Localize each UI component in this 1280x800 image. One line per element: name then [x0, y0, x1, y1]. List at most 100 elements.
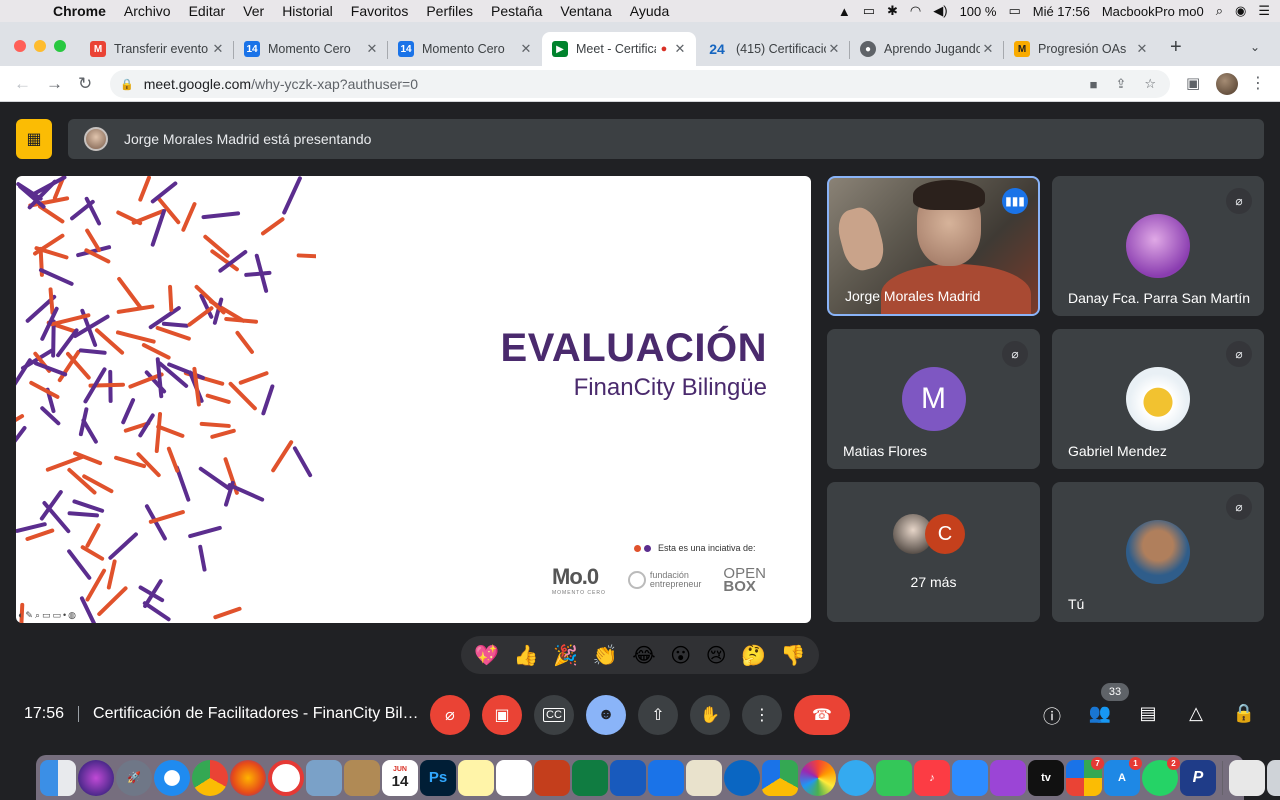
menu-app-name[interactable]: Chrome [44, 3, 115, 19]
presentation-icon[interactable]: ▦ [16, 119, 52, 159]
menu-ayuda[interactable]: Ayuda [621, 3, 678, 19]
menu-editar[interactable]: Editar [180, 3, 235, 19]
spotlight-search-icon[interactable]: ⌕ [1216, 3, 1223, 19]
camera-in-use-icon[interactable]: ■ [1090, 77, 1098, 92]
host-controls-icon[interactable]: 🔒 [1231, 703, 1257, 724]
chrome-dock-icon[interactable] [192, 759, 228, 796]
reaction-laugh[interactable]: 😂 [632, 643, 655, 668]
people-icon[interactable]: 👥 [1087, 703, 1113, 724]
menu-pestana[interactable]: Pestaña [482, 3, 551, 19]
zoom-window-button[interactable] [54, 40, 66, 52]
participant-tile-self[interactable]: ⌀ Tú [1052, 482, 1264, 622]
new-tab-icon[interactable]: + [1170, 36, 1182, 59]
participant-tile-matias[interactable]: ⌀ M Matias Flores [827, 329, 1040, 469]
activities-icon[interactable]: △ [1183, 703, 1209, 724]
reaction-party[interactable]: 🎉 [553, 643, 578, 668]
trash-icon[interactable] [1267, 759, 1280, 796]
close-tab-icon[interactable]: ✕ [1134, 41, 1150, 57]
shared-slide[interactable]: EVALUACIÓN FinanCity Bilingüe Esta es un… [16, 176, 811, 623]
photoshop-icon[interactable]: Ps [420, 759, 456, 796]
camera-toggle-button[interactable]: ▣ [482, 695, 522, 735]
tab-gmail[interactable]: M Transferir evento ✕ [80, 32, 234, 66]
opera-icon[interactable] [268, 759, 304, 796]
minimize-window-button[interactable] [34, 40, 46, 52]
meeting-details-icon[interactable]: ⓘ [1039, 703, 1065, 729]
menu-device-name[interactable]: MacbookPro mo0 [1102, 4, 1204, 19]
whatsapp-icon[interactable]: 2 [1142, 756, 1180, 796]
menu-ver[interactable]: Ver [234, 3, 273, 19]
safari-icon[interactable] [154, 759, 190, 796]
reaction-sad[interactable]: 😢 [706, 643, 727, 668]
profile-avatar[interactable] [1216, 73, 1238, 95]
bluetooth-icon[interactable]: ✱ [887, 3, 898, 19]
lock-icon[interactable]: 🔒 [120, 78, 134, 91]
chat-icon[interactable]: ▤ [1135, 703, 1161, 724]
podcasts-icon[interactable] [990, 759, 1026, 796]
raise-hand-button[interactable]: ✋ [690, 695, 730, 735]
close-tab-icon[interactable]: ✕ [826, 41, 842, 57]
close-tab-icon[interactable]: ✕ [672, 41, 688, 57]
side-panel-icon[interactable]: ▣ [1186, 74, 1200, 92]
menu-favoritos[interactable]: Favoritos [342, 3, 418, 19]
finder-icon[interactable] [40, 759, 76, 796]
back-arrow-icon[interactable]: ← [14, 74, 31, 94]
reload-icon[interactable]: ↻ [78, 74, 92, 94]
close-window-button[interactable] [14, 40, 26, 52]
app-store-icon[interactable]: A 1 [1104, 756, 1142, 796]
chrome-menu-icon[interactable]: ⋮ [1250, 73, 1266, 93]
wifi-icon[interactable]: ◠ [910, 3, 921, 19]
airplay-icon[interactable]: ▭ [863, 3, 875, 19]
google-drive-icon[interactable] [762, 759, 798, 796]
calendar-widget-icon[interactable]: 7 [1066, 756, 1104, 796]
flow-app-icon[interactable] [648, 759, 684, 796]
maps-icon[interactable] [686, 759, 722, 796]
reminders-icon[interactable] [496, 759, 532, 796]
forward-arrow-icon[interactable]: → [46, 74, 63, 94]
present-screen-button[interactable]: ⇧ [638, 695, 678, 735]
bookmark-star-icon[interactable]: ☆ [1144, 76, 1156, 92]
facetime-icon[interactable] [876, 759, 912, 796]
powerpoint-icon[interactable] [534, 759, 570, 796]
messages-icon[interactable] [838, 759, 874, 796]
music-icon[interactable]: ♪ [914, 759, 950, 796]
photos-icon[interactable] [800, 759, 836, 796]
word-icon[interactable] [610, 759, 646, 796]
captions-button[interactable]: CC [534, 695, 574, 735]
screen-share-status-icon[interactable]: ▲ [838, 4, 851, 19]
reaction-heart[interactable]: 💖 [474, 643, 499, 668]
reaction-thinking[interactable]: 🤔 [741, 643, 766, 668]
menu-perfiles[interactable]: Perfiles [417, 3, 482, 19]
pinterest-style-p-icon[interactable]: P [1180, 759, 1216, 796]
menu-clock[interactable]: Mié 17:56 [1033, 4, 1090, 19]
slide-player-controls[interactable]: ◐✎⌕▭▭•◍ [18, 610, 78, 621]
battery-icon[interactable]: ▭ [1008, 3, 1020, 19]
tab-youtube[interactable]: 24 (415) Certificación ✕ [696, 32, 850, 66]
siri-icon[interactable]: ◉ [1235, 3, 1246, 19]
menu-archivo[interactable]: Archivo [115, 3, 180, 19]
close-tab-icon[interactable]: ✕ [518, 41, 534, 57]
notes-archive-icon[interactable] [344, 759, 380, 796]
downloads-stack-icon[interactable] [1229, 759, 1265, 796]
mic-toggle-button[interactable]: ⌀ [430, 695, 470, 735]
tab-search-chevron-icon[interactable]: ⌄ [1250, 40, 1260, 54]
tab-calendar-1[interactable]: 14 Momento Cero ✕ [234, 32, 388, 66]
reaction-thumbs-down[interactable]: 👎 [781, 643, 806, 668]
tab-progresion-oas[interactable]: M Progresión OAs ✕ [1004, 32, 1158, 66]
close-tab-icon[interactable]: ✕ [364, 41, 380, 57]
volume-icon[interactable]: ◀) [933, 3, 947, 19]
reaction-thumbs-up[interactable]: 👍 [514, 643, 539, 668]
tab-calendar-2[interactable]: 14 Momento Cero ✕ [388, 32, 542, 66]
zoom-icon[interactable] [952, 759, 988, 796]
emoji-reactions-button[interactable]: ☻ [586, 695, 626, 735]
control-center-icon[interactable]: ☰ [1258, 3, 1270, 19]
reaction-clap[interactable]: 👏 [593, 643, 618, 668]
menu-ventana[interactable]: Ventana [551, 3, 620, 19]
preview-icon[interactable] [306, 759, 342, 796]
more-options-button[interactable]: ⋮ [742, 695, 782, 735]
tab-meet-active[interactable]: ▶ Meet - Certificación ● ✕ [542, 32, 696, 66]
close-tab-icon[interactable]: ✕ [210, 41, 226, 57]
others-tile[interactable]: C 27 más [827, 482, 1040, 622]
stickies-icon[interactable] [458, 759, 494, 796]
onedrive-icon[interactable] [724, 759, 760, 796]
siri-dock-icon[interactable] [78, 759, 114, 796]
